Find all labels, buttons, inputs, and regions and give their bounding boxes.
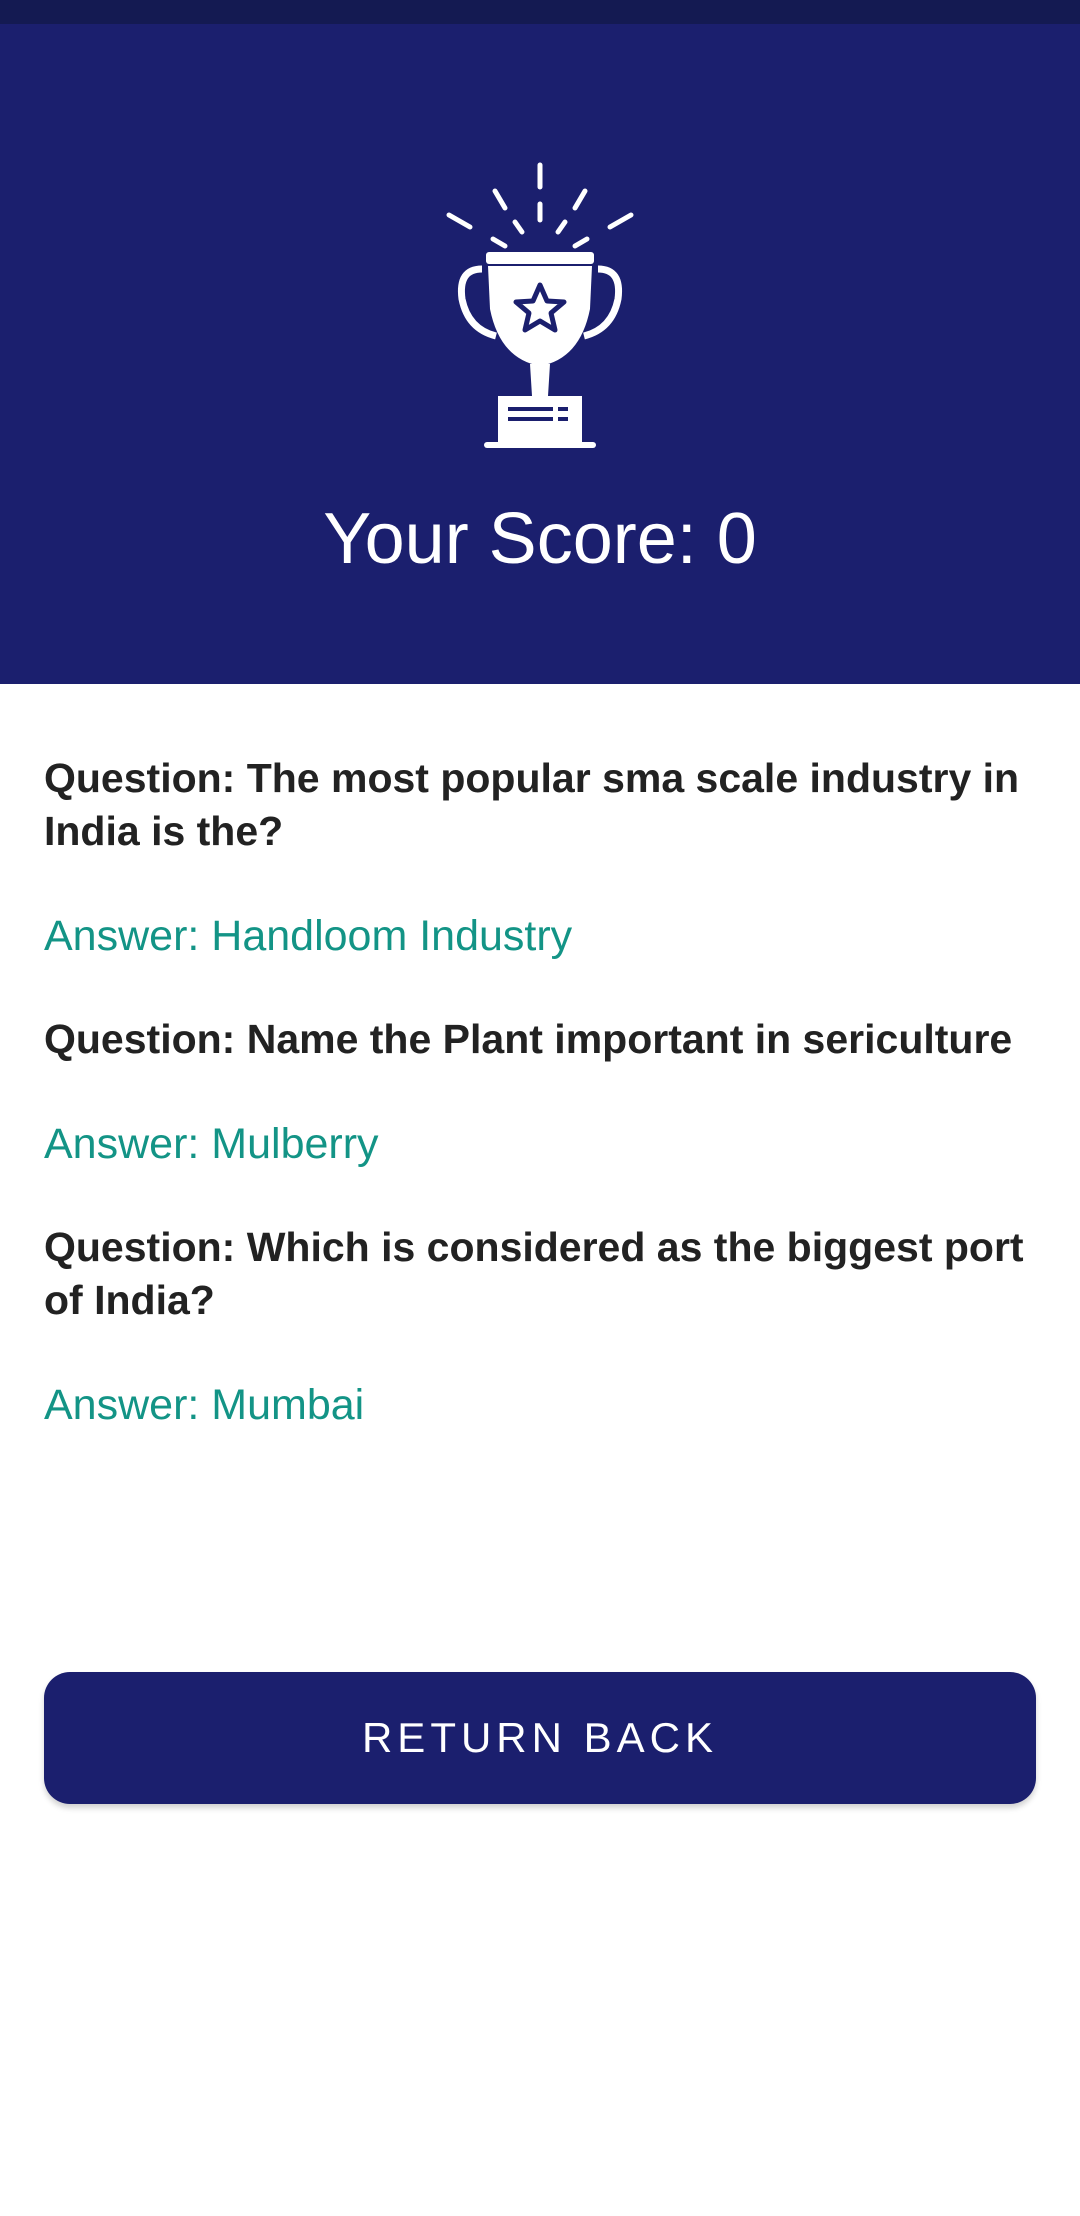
score-text: Your Score: 0 <box>323 499 757 579</box>
question-text: Question: The most popular sma scale ind… <box>44 755 1020 854</box>
results-list: Question: The most popular sma scale ind… <box>44 752 1036 1482</box>
list-item: Question: Name the Plant important in se… <box>44 1013 1036 1171</box>
answer-text: Answer: Handloom Industry <box>44 912 573 960</box>
question-text: Question: Which is considered as the big… <box>44 1224 1024 1323</box>
status-bar <box>0 0 1080 24</box>
question-text: Question: Name the Plant important in se… <box>44 1016 1013 1062</box>
return-back-button[interactable]: RETURN BACK <box>44 1672 1036 1804</box>
answer-text: Answer: Mumbai <box>44 1381 365 1429</box>
score-header: Your Score: 0 <box>0 24 1080 684</box>
trophy-icon <box>430 134 650 454</box>
list-item: Question: The most popular sma scale ind… <box>44 752 1036 963</box>
list-item: Question: Which is considered as the big… <box>44 1221 1036 1432</box>
answer-text: Answer: Mulberry <box>44 1120 379 1168</box>
